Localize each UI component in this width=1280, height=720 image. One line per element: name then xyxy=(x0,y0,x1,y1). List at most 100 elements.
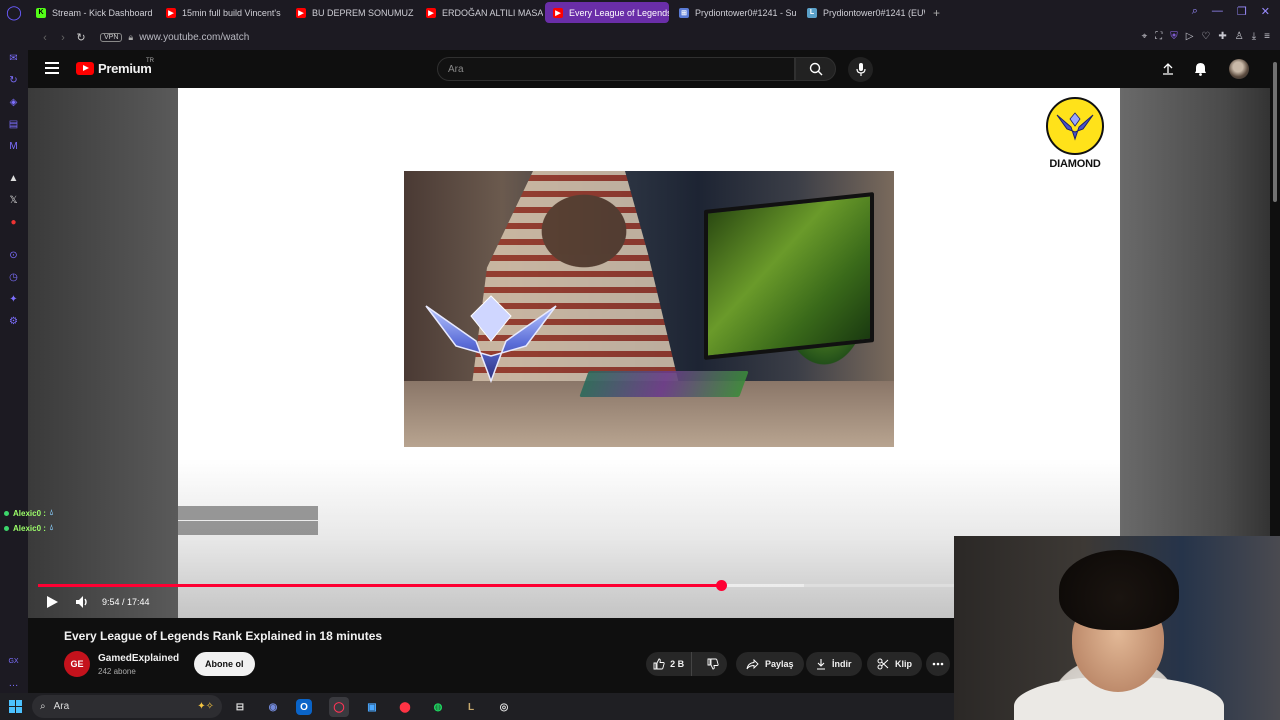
menu-icon[interactable]: ≡ xyxy=(1264,31,1270,42)
emote-icon: 💧︎ xyxy=(49,508,54,517)
chat-username: Alexic0 : xyxy=(13,508,46,518)
aria-icon[interactable]: ▲ xyxy=(7,172,20,185)
play-icon[interactable]: ▷ xyxy=(1186,31,1194,42)
tab-kick-dashboard[interactable]: K Stream - Kick Dashboard xyxy=(28,2,156,23)
reload-icon[interactable]: ↻ xyxy=(72,31,90,44)
upload-icon xyxy=(1163,63,1173,75)
shield-icon[interactable]: ⛨ xyxy=(1170,31,1178,42)
profile-icon[interactable]: ♙ xyxy=(1235,31,1244,42)
upload-button[interactable] xyxy=(1161,62,1175,76)
record-icon[interactable]: ● xyxy=(7,216,20,229)
task-view-icon[interactable]: ⊟ xyxy=(230,697,250,717)
like-button[interactable]: 2 B xyxy=(646,652,693,676)
tab-active-youtube-video[interactable]: ▶ Every League of Legends xyxy=(545,2,669,23)
account-avatar[interactable] xyxy=(1229,59,1249,79)
thumbs-up-icon xyxy=(653,658,665,670)
close-icon[interactable]: ✕ xyxy=(1261,5,1270,18)
location-pin-icon[interactable]: ⬤ xyxy=(395,697,415,717)
window-controls: ⌕ — ❐ ✕ xyxy=(1192,5,1270,18)
pin-icon[interactable]: ⌖ xyxy=(1142,31,1148,42)
tab-summoner-profile[interactable]: ⊞ Prydiontower0#1241 - Su xyxy=(671,2,797,23)
settings-icon[interactable]: ⚙ xyxy=(7,315,20,328)
back-icon[interactable]: ‹ xyxy=(36,32,54,44)
kick-icon: K xyxy=(36,7,46,18)
more-icon[interactable]: … xyxy=(7,677,20,690)
dislike-button[interactable] xyxy=(698,652,727,676)
tab-league-profile[interactable]: L Prydiontower0#1241 (EUW xyxy=(799,2,925,23)
tab-label: Prydiontower0#1241 (EUW xyxy=(823,7,925,18)
wallet-icon[interactable]: ▤ xyxy=(7,118,20,131)
lock-icon[interactable]: 🔒︎ xyxy=(128,32,133,43)
tab-youtube-video[interactable]: ▶ 15min full build Vincent's xyxy=(158,2,286,23)
player-icon[interactable]: ⊙ xyxy=(7,249,20,262)
search-button[interactable] xyxy=(795,57,836,81)
share-button[interactable]: Paylaş xyxy=(736,652,804,676)
download-button[interactable]: İndir xyxy=(806,652,862,676)
microphone-icon xyxy=(855,62,866,76)
extensions-icon[interactable]: ✦ xyxy=(7,293,20,306)
mail-icon[interactable]: M xyxy=(7,140,20,153)
messenger-icon[interactable]: ✉ xyxy=(7,52,20,65)
heart-icon[interactable]: ♡ xyxy=(1201,31,1210,42)
tab-label: Every League of Legends xyxy=(569,7,669,18)
vpn-badge[interactable]: VPN xyxy=(100,33,123,42)
discord-icon[interactable]: ◉ xyxy=(263,697,283,717)
new-tab-button[interactable]: + xyxy=(933,6,940,20)
tab-youtube-video[interactable]: ▶ ERDOĞAN ALTILI MASA xyxy=(418,2,543,23)
windows-taskbar: ⌕ Ara ✦✧ ⊟ ◉ O ◯ ▣ ⬤ ◍ L ◎ xyxy=(0,693,954,720)
play-button[interactable] xyxy=(44,594,60,610)
thumbs-down-icon xyxy=(707,658,719,670)
search-input[interactable]: Ara xyxy=(437,57,795,81)
youtube-premium-logo[interactable]: Premium TR xyxy=(76,58,154,76)
obs-icon[interactable]: ◎ xyxy=(494,697,514,717)
youtube-header: Premium TR Ara xyxy=(28,50,1270,88)
clip-button[interactable]: Klip xyxy=(867,652,922,676)
progress-bar[interactable] xyxy=(38,580,954,591)
windows-start-icon[interactable] xyxy=(9,700,22,713)
volume-button[interactable] xyxy=(74,594,90,610)
voice-search-button[interactable] xyxy=(848,57,873,82)
scrollbar-thumb[interactable] xyxy=(1273,62,1277,202)
taskbar-search[interactable]: ⌕ Ara ✦✧ xyxy=(32,695,222,718)
streamer-hair xyxy=(1059,550,1179,630)
more-actions-button[interactable] xyxy=(926,652,950,676)
url-field[interactable]: www.youtube.com/watch xyxy=(139,32,249,43)
minimize-icon[interactable]: — xyxy=(1212,5,1223,18)
search-tabs-icon[interactable]: ⌕ xyxy=(1192,5,1198,18)
clip-label: Klip xyxy=(895,659,912,669)
ai-icon[interactable]: ◈ xyxy=(7,96,20,109)
chat-message: Alexic0 : 💧︎ xyxy=(0,506,318,520)
youtube-icon: ▶ xyxy=(553,7,563,18)
menu-icon[interactable] xyxy=(45,62,59,74)
spotify-icon[interactable]: ◍ xyxy=(428,697,448,717)
clock-icon[interactable]: ◷ xyxy=(7,271,20,284)
restore-icon[interactable]: ❐ xyxy=(1237,5,1247,18)
outlook-icon[interactable]: O xyxy=(296,699,312,715)
download-label: İndir xyxy=(832,659,852,669)
puzzle-icon[interactable]: ✚ xyxy=(1218,31,1226,42)
notifications-button[interactable] xyxy=(1193,62,1207,76)
chat-message: Alexic0 : 💧︎ xyxy=(0,521,318,535)
forward-icon[interactable]: › xyxy=(54,32,72,44)
history-icon[interactable]: ↻ xyxy=(7,74,20,87)
search-placeholder: Ara xyxy=(448,63,464,75)
opera-gx-icon[interactable]: ◯ xyxy=(329,697,349,717)
like-count: 2 B xyxy=(670,659,685,669)
search-icon: ⌕ xyxy=(40,701,46,712)
window-app-icon[interactable]: ▣ xyxy=(362,697,382,717)
tab-youtube-video[interactable]: ▶ BU DEPREM SONUMUZ O xyxy=(288,2,416,23)
youtube-icon: ▶ xyxy=(426,7,436,18)
subscribe-button[interactable]: Abone ol xyxy=(194,652,255,676)
diamond-badge: DIAMOND xyxy=(1044,97,1106,177)
channel-avatar[interactable]: GE xyxy=(64,651,90,677)
share-label: Paylaş xyxy=(765,659,794,669)
download-icon[interactable]: ⤓ xyxy=(1252,31,1256,42)
page-scrollbar[interactable] xyxy=(1270,50,1280,536)
opera-logo-icon[interactable]: ◯ xyxy=(0,0,28,25)
youtube-icon: ▶ xyxy=(296,7,306,18)
gx-icon[interactable]: GX xyxy=(7,655,20,668)
snapshot-icon[interactable]: ⛶ xyxy=(1155,31,1162,42)
league-client-icon[interactable]: L xyxy=(461,697,481,717)
x-icon[interactable]: 𝕏 xyxy=(7,194,20,207)
channel-name[interactable]: GamedExplained xyxy=(98,653,179,664)
